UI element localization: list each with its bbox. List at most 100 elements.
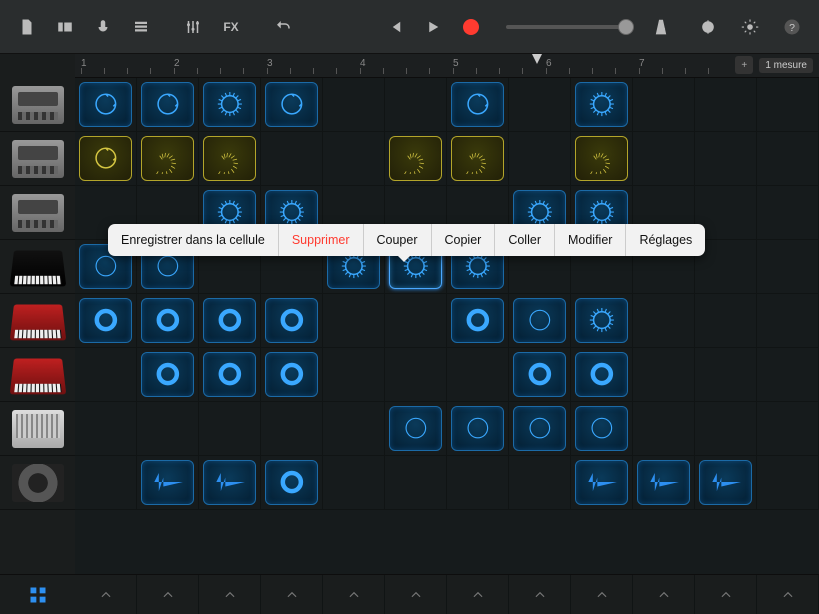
cell-slot[interactable] [571,294,633,348]
live-cell[interactable] [575,352,628,397]
cell-slot[interactable] [75,294,137,348]
cell-slot[interactable] [757,294,819,348]
live-cell[interactable] [79,298,132,343]
mic-button[interactable] [86,12,120,42]
cell-slot[interactable] [633,456,695,510]
cell-slot[interactable] [199,402,261,456]
cell-slot[interactable] [385,78,447,132]
live-cell[interactable] [265,352,318,397]
record-button[interactable] [454,12,488,42]
cell-slot[interactable] [757,402,819,456]
live-cell[interactable] [637,460,690,505]
menu-item-enregistrer-dans-la-cellule[interactable]: Enregistrer dans la cellule [108,224,279,256]
cell-slot[interactable] [75,402,137,456]
cell-slot[interactable] [75,456,137,510]
live-cell[interactable] [575,82,628,127]
cell-slot[interactable] [757,456,819,510]
cell-slot[interactable] [385,402,447,456]
cell-slot[interactable] [137,402,199,456]
column-trigger[interactable] [757,575,819,614]
menu-item-couper[interactable]: Couper [364,224,432,256]
view-mode-button[interactable] [48,12,82,42]
column-trigger[interactable] [75,575,137,614]
live-cell[interactable] [451,136,504,181]
cell-slot[interactable] [261,294,323,348]
cell-slot[interactable] [571,132,633,186]
live-cell[interactable] [265,298,318,343]
cell-slot[interactable] [757,348,819,402]
cell-slot[interactable] [75,348,137,402]
cell-slot[interactable] [323,456,385,510]
live-cell[interactable] [389,406,442,451]
cell-slot[interactable] [757,78,819,132]
live-cell[interactable] [141,298,194,343]
cell-slot[interactable] [323,78,385,132]
cell-slot[interactable] [323,294,385,348]
column-trigger[interactable] [447,575,509,614]
cell-slot[interactable] [509,132,571,186]
menu-item-coller[interactable]: Coller [495,224,555,256]
column-trigger[interactable] [199,575,261,614]
live-cell[interactable] [265,460,318,505]
prev-button[interactable] [378,12,412,42]
cell-slot[interactable] [199,78,261,132]
live-cell[interactable] [575,406,628,451]
track-header-keys-1[interactable] [0,240,75,294]
column-trigger[interactable] [385,575,447,614]
help-button[interactable]: ? [775,12,809,42]
live-cell[interactable] [141,136,194,181]
live-cell[interactable] [265,82,318,127]
column-trigger[interactable] [695,575,757,614]
track-header-drum-machine-1[interactable] [0,78,75,132]
track-header-drum-machine-3[interactable] [0,186,75,240]
cell-slot[interactable] [695,78,757,132]
menu-item-réglages[interactable]: Réglages [626,224,705,256]
cell-slot[interactable] [137,294,199,348]
cell-slot[interactable] [633,78,695,132]
live-cell[interactable] [203,298,256,343]
live-cell[interactable] [451,82,504,127]
cell-slot[interactable] [633,348,695,402]
timeline-ruler[interactable]: + 1 mesure 1234567 [75,54,819,78]
live-cell[interactable] [141,352,194,397]
cell-slot[interactable] [509,402,571,456]
cell-slot[interactable] [695,402,757,456]
live-cell[interactable] [141,460,194,505]
cell-slot[interactable] [137,348,199,402]
volume-slider[interactable] [506,25,626,29]
cell-slot[interactable] [757,132,819,186]
cell-slot[interactable] [137,132,199,186]
cell-slot[interactable] [199,294,261,348]
column-trigger[interactable] [323,575,385,614]
cell-slot[interactable] [447,78,509,132]
cell-slot[interactable] [137,456,199,510]
column-trigger[interactable] [261,575,323,614]
live-cell[interactable] [203,82,256,127]
mixer-button[interactable] [176,12,210,42]
cell-slot[interactable] [571,456,633,510]
cell-slot[interactable] [757,240,819,294]
cell-slot[interactable] [323,402,385,456]
undo-button[interactable] [266,12,300,42]
cell-slot[interactable] [261,78,323,132]
menu-item-modifier[interactable]: Modifier [555,224,626,256]
cell-slot[interactable] [385,132,447,186]
cell-slot[interactable] [571,402,633,456]
cell-slot[interactable] [695,348,757,402]
cell-slot[interactable] [695,456,757,510]
cell-slot[interactable] [509,456,571,510]
cell-slot[interactable] [385,456,447,510]
live-cell[interactable] [699,460,752,505]
live-cell[interactable] [575,460,628,505]
live-cell[interactable] [513,352,566,397]
track-header-keys-3[interactable] [0,348,75,402]
cell-slot[interactable] [199,132,261,186]
cell-slot[interactable] [261,402,323,456]
track-header-dj[interactable] [0,456,75,510]
live-cell[interactable] [203,352,256,397]
cell-slot[interactable] [447,294,509,348]
cell-slot[interactable] [633,294,695,348]
cell-slot[interactable] [695,294,757,348]
column-trigger[interactable] [571,575,633,614]
cell-slot[interactable] [447,132,509,186]
